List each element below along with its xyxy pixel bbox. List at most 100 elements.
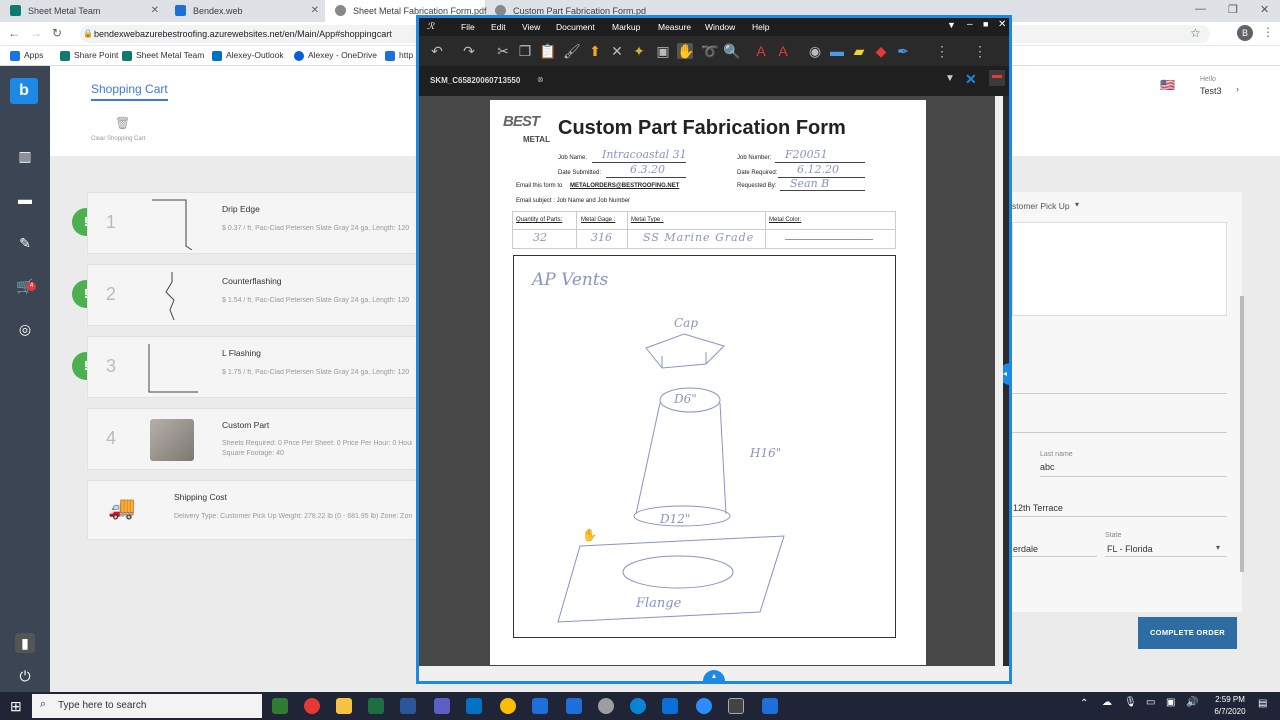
taskbar-search-box[interactable]: ⌕ Type here to search: [32, 694, 262, 718]
overflow-icon[interactable]: ⋮: [972, 43, 988, 59]
stamp-icon[interactable]: ▬: [829, 43, 845, 59]
forward-icon[interactable]: →: [30, 26, 42, 40]
cloud-icon[interactable]: ☁: [1102, 697, 1112, 708]
tab-dropdown-icon[interactable]: ▼: [945, 73, 955, 84]
edge-icon[interactable]: [630, 698, 646, 714]
app-icon-green[interactable]: [272, 698, 288, 714]
lock-icon[interactable]: ▮: [15, 633, 35, 653]
text-markup-icon[interactable]: A: [775, 43, 791, 59]
menu-file[interactable]: File: [461, 22, 475, 32]
menu-document[interactable]: Document: [556, 22, 595, 32]
delivery-type-select[interactable]: stomer Pick Up: [1012, 201, 1070, 211]
delete-icon[interactable]: ✕: [609, 43, 625, 59]
notifications-icon[interactable]: ▤: [1258, 698, 1267, 709]
menu-view[interactable]: View: [522, 22, 540, 32]
excel-icon[interactable]: [368, 698, 384, 714]
folder-icon[interactable]: ▬: [15, 189, 35, 209]
volume-icon[interactable]: 🔊: [1186, 697, 1198, 708]
edit-icon[interactable]: ✎: [15, 233, 35, 253]
support-icon[interactable]: ◎: [15, 319, 35, 339]
bookmark-share-point[interactable]: Share Point: [60, 50, 118, 61]
us-flag-icon[interactable]: 🇺🇸: [1160, 78, 1175, 92]
document-tab[interactable]: SKM_C65820060713550: [430, 76, 520, 85]
tab-sheet-metal-team[interactable]: Sheet Metal Team ✕: [0, 0, 165, 22]
reload-icon[interactable]: ↻: [52, 26, 62, 40]
overflow-icon[interactable]: ⋮: [934, 43, 950, 59]
arrow-up-icon[interactable]: ⬆: [587, 43, 603, 59]
clock-time[interactable]: 2:59 PM: [1210, 695, 1250, 704]
close-icon[interactable]: ✕: [311, 0, 319, 22]
trash-icon[interactable]: 🗑: [115, 116, 130, 130]
complete-order-button[interactable]: COMPLETE ORDER: [1138, 617, 1237, 649]
network-icon[interactable]: ▣: [1166, 697, 1175, 708]
more-icon[interactable]: ⋮: [1262, 25, 1274, 39]
menu-window[interactable]: Window: [705, 22, 735, 32]
back-icon[interactable]: ←: [8, 26, 20, 40]
bendex-icon[interactable]: [532, 698, 548, 714]
city-field[interactable]: erdale: [1013, 544, 1038, 554]
vertical-scrollbar[interactable]: [995, 96, 1003, 666]
lasso-icon[interactable]: ➰: [701, 43, 718, 59]
app-icon-gray[interactable]: [598, 698, 614, 714]
cart-item[interactable]: Custom Part Sheets Required: 0 Price Per…: [87, 408, 417, 470]
bendex-icon[interactable]: [762, 698, 778, 714]
microphone-icon[interactable]: 🎙: [1124, 697, 1137, 708]
tool-chest-icon[interactable]: ✦: [631, 43, 647, 59]
battery-icon[interactable]: ▭: [1146, 697, 1155, 708]
bookmark-outlook[interactable]: Alexey-Outlook: [212, 50, 284, 61]
menu-help[interactable]: Help: [752, 22, 769, 32]
redo-icon[interactable]: ↷: [461, 43, 477, 59]
minimize-icon[interactable]: –: [967, 19, 973, 30]
clock-date[interactable]: 6/7/2020: [1208, 707, 1252, 716]
redact-icon[interactable]: ◉: [807, 43, 823, 59]
bookmark-http[interactable]: http: [385, 50, 413, 61]
menu-edit[interactable]: Edit: [491, 22, 506, 32]
close-icon[interactable]: ✕: [998, 19, 1006, 30]
paste-icon[interactable]: 📋: [539, 43, 556, 59]
format-painter-icon[interactable]: 🖌: [563, 43, 581, 59]
address-field[interactable]: 12th Terrace: [1013, 503, 1063, 513]
maximize-icon[interactable]: ❐: [1228, 3, 1238, 16]
library-icon[interactable]: ▥: [15, 146, 35, 166]
minimize-icon[interactable]: —: [1195, 3, 1206, 15]
pen-icon[interactable]: ✒: [895, 43, 911, 59]
chevron-right-icon[interactable]: ›: [1236, 84, 1239, 94]
cart-item[interactable]: Drip Edge $ 0.37 / ft, Pac-Clad Petersen…: [87, 192, 417, 254]
bookmark-apps[interactable]: Apps: [10, 50, 43, 61]
copy-icon[interactable]: ❐: [517, 43, 533, 59]
state-select[interactable]: FL - Florida: [1107, 544, 1153, 554]
windows-start-icon[interactable]: ⊞: [10, 698, 22, 715]
bendex-logo-icon[interactable]: b: [10, 78, 38, 104]
app-icon-red[interactable]: [304, 698, 320, 714]
teams-icon[interactable]: [434, 698, 450, 714]
cut-icon[interactable]: ✂: [495, 43, 511, 59]
notes-textarea[interactable]: [1012, 222, 1227, 316]
chevron-down-icon[interactable]: ▾: [1216, 543, 1220, 552]
outlook-icon[interactable]: [466, 698, 482, 714]
maximize-icon[interactable]: ■: [983, 19, 988, 29]
undo-icon[interactable]: ↶: [429, 43, 445, 59]
close-all-icon[interactable]: ✕: [965, 71, 977, 88]
close-tab-icon[interactable]: ⊗: [537, 75, 544, 84]
bookmark-onedrive[interactable]: Alexey - OneDrive: [294, 50, 377, 61]
chrome-icon[interactable]: [500, 698, 516, 714]
dropdown-icon[interactable]: ▼: [947, 20, 956, 30]
last-name-field[interactable]: abc: [1040, 462, 1055, 472]
menu-measure[interactable]: Measure: [658, 22, 691, 32]
profile-avatar[interactable]: B: [1237, 25, 1253, 41]
close-window-icon[interactable]: ✕: [1260, 3, 1269, 16]
star-icon[interactable]: ☆: [1190, 26, 1201, 40]
chevron-up-icon[interactable]: ⌃: [1080, 698, 1088, 709]
pdf-canvas[interactable]: BEST METAL Custom Part Fabrication Form …: [419, 96, 1003, 666]
scrollbar-thumb[interactable]: [1240, 296, 1244, 572]
pan-hand-icon[interactable]: ✋: [677, 43, 694, 59]
revu-icon[interactable]: [728, 698, 744, 714]
power-icon[interactable]: ⏻: [15, 666, 35, 686]
text-select-icon[interactable]: A: [753, 43, 769, 59]
word-icon[interactable]: [400, 698, 416, 714]
zoom-icon[interactable]: 🔍: [723, 43, 740, 59]
zoom-icon[interactable]: [696, 698, 712, 714]
note-icon[interactable]: ▰: [851, 43, 867, 59]
shapes-icon[interactable]: ◆: [873, 43, 889, 59]
close-icon[interactable]: ✕: [151, 0, 159, 22]
